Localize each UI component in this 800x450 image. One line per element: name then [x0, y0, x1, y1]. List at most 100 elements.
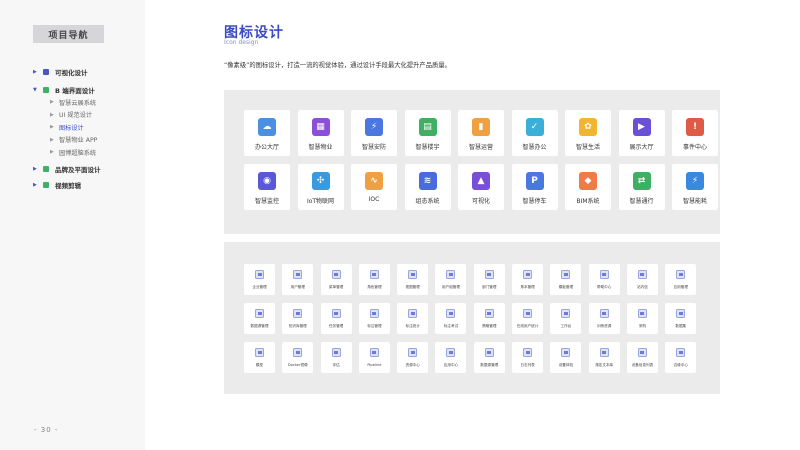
small-icon-tile: 角本管理 [512, 264, 544, 295]
small-icon-label: 工作台 [560, 324, 572, 328]
nav-item-brand[interactable]: ▶ 品牌及平面设计 [33, 163, 143, 175]
caret-down-icon: ▼ [33, 87, 37, 93]
small-icon-label: 用户组管理 [442, 285, 460, 289]
nav-item-b-ui[interactable]: ▼ B 端界面设计 [33, 84, 143, 96]
small-icon-label: 视图管理 [405, 285, 420, 289]
small-icon-tile: 设备信息列表 [626, 342, 658, 373]
small-icon-tile: 设置体验 [550, 342, 582, 373]
line-icon [523, 270, 533, 279]
line-icon [484, 348, 494, 357]
small-icon-label: Pipeline [367, 363, 382, 367]
small-icon-tile: 工作台 [550, 303, 582, 334]
tower-icon: ▤ [418, 118, 437, 136]
nav-subitem-label: UI 规范设计 [59, 112, 93, 120]
small-icon-label: 日志列表 [520, 363, 535, 367]
nav-subitem-park-brain[interactable]: ▶ 园博超脑系统 [33, 146, 143, 159]
line-icon [369, 348, 379, 357]
icon-tile: ▮ 智慧运营 [458, 110, 504, 156]
line-icon [255, 348, 264, 357]
icon-label: IOC [368, 196, 380, 203]
small-icon-label: 帮助中心 [596, 285, 612, 289]
nav-item-visualization[interactable]: ▶ 可视化设计 [33, 66, 143, 78]
nav-subitem-icon-design[interactable]: ▶ 图标设计 [33, 121, 143, 134]
small-icon-label: 模板管理 [558, 285, 574, 289]
icon-tile: ✿ 智慧生活 [565, 110, 611, 156]
nav-subitem-label: 智慧物业 APP [59, 137, 98, 145]
line-icon [676, 309, 686, 318]
caret-right-icon: ▶ [50, 124, 54, 131]
icon-label: 组态系统 [415, 198, 440, 205]
small-icon-label: 采购 [638, 324, 647, 328]
small-icon-tile: Pipeline [358, 342, 390, 373]
line-icon [676, 270, 686, 279]
small-icon-label: 标注管理 [367, 324, 382, 328]
camera-icon: ◉ [258, 172, 276, 190]
small-icon-label: 标注统计 [405, 324, 420, 328]
small-icon-label: 边缘中心 [673, 363, 688, 367]
line-icon [255, 270, 264, 279]
bar-chart-icon: ▮ [472, 118, 490, 136]
nav-item-video[interactable]: ▶ 视频剪辑 [33, 179, 143, 191]
small-icon-tile: 采购 [626, 303, 658, 334]
small-icon-label: 用户管理 [290, 285, 305, 289]
line-icon [523, 348, 533, 357]
line-icon [446, 348, 456, 357]
small-icon-label: 菜单管理 [328, 285, 344, 289]
icon-tile: ◆ BIM系统 [565, 164, 611, 210]
small-icon-label: 标注考试 [443, 324, 459, 328]
small-icon-tile: 菜单管理 [320, 264, 352, 295]
icon-tile: ☁ 办公大厅 [244, 110, 290, 156]
icon-label: 智慧通行 [629, 198, 654, 205]
life-ring-icon: ✿ [579, 118, 597, 136]
small-icon-tile: 应用中心 [435, 342, 467, 373]
nav-subitem-ui-spec[interactable]: ▶ UI 规范设计 [33, 109, 143, 122]
small-icon-tile: 视图管理 [397, 264, 429, 295]
sidebar: 项目导航 ▶ 可视化设计 ▼ B 端界面设计 ▶ 智慧云展系统 ▶ UI 规范设… [0, 0, 145, 450]
building-icon: ▦ [311, 118, 330, 136]
small-icon-label: 训练资源 [596, 324, 612, 328]
line-icon [484, 309, 494, 318]
line-icon [408, 348, 418, 357]
line-icon [369, 309, 379, 318]
nav-subitem-property-app[interactable]: ▶ 智慧物业 APP [33, 134, 143, 147]
line-icon [293, 348, 303, 357]
small-icon-label: 评估 [332, 363, 340, 367]
icon-tile: ▶ 展示大厅 [618, 110, 665, 156]
small-icon-label: 模型 [255, 363, 264, 367]
nav-subitem-cloud-expo[interactable]: ▶ 智慧云展系统 [33, 96, 143, 109]
line-icon [637, 270, 647, 279]
line-icon [599, 348, 609, 357]
cube-icon: ◆ [579, 172, 597, 190]
small-icon-tile: 标注统计 [397, 303, 429, 334]
monitor-check-icon: ✓ [525, 118, 544, 136]
layout-icon [43, 87, 49, 93]
small-icon-tile: 训练资源 [588, 303, 620, 334]
small-icon-label: 设备信息列表 [631, 363, 654, 367]
small-icon-tile: 标注考试 [435, 303, 467, 334]
system-icons-grid: 企业管理 用户管理 菜单管理 角色管理 视图管理 用户组管理 部门管理 角本管理 模板管理 帮助中… [244, 264, 697, 373]
icon-label: 智慧监控 [254, 198, 279, 205]
line-icon [523, 309, 533, 318]
parking-icon: P [525, 172, 544, 190]
nav-title: 项目导航 [33, 25, 104, 43]
icon-label: 展示大厅 [629, 144, 654, 151]
small-icon-tile: 边缘中心 [665, 342, 697, 373]
icon-tile: ▲ 可视化 [458, 164, 504, 210]
line-icon [331, 348, 341, 357]
small-icon-tile: 部门管理 [473, 264, 505, 295]
small-icon-label: 设置体验 [558, 363, 574, 367]
icon-tile: ⚡ 智慧能耗 [672, 164, 718, 210]
small-icon-tile: 用户管理 [282, 264, 314, 295]
nav-tree: ▶ 可视化设计 ▼ B 端界面设计 ▶ 智慧云展系统 ▶ UI 规范设计 ▶ 图… [33, 66, 143, 191]
icon-label: 智慧物业 [308, 144, 333, 151]
shield-bolt-icon: ⚡ [365, 118, 383, 136]
small-icon-tile: 帮助中心 [588, 264, 620, 295]
small-icon-label: 数据集 [675, 324, 687, 328]
energy-icon: ⚡ [686, 172, 704, 190]
system-icons-panel: 企业管理 用户管理 菜单管理 角色管理 视图管理 用户组管理 部门管理 角本管理 模板管理 帮助中… [224, 242, 720, 394]
page-description: “像素级”的图标设计，打造一流的视觉体验，通过设计手段最大化提升产品质量。 [224, 62, 451, 69]
icon-tile: ◉ 智慧监控 [244, 164, 290, 210]
line-icon [561, 309, 571, 318]
nav-item-label: 可视化设计 [55, 69, 88, 77]
icon-tile: ⇄ 智慧通行 [618, 164, 665, 210]
